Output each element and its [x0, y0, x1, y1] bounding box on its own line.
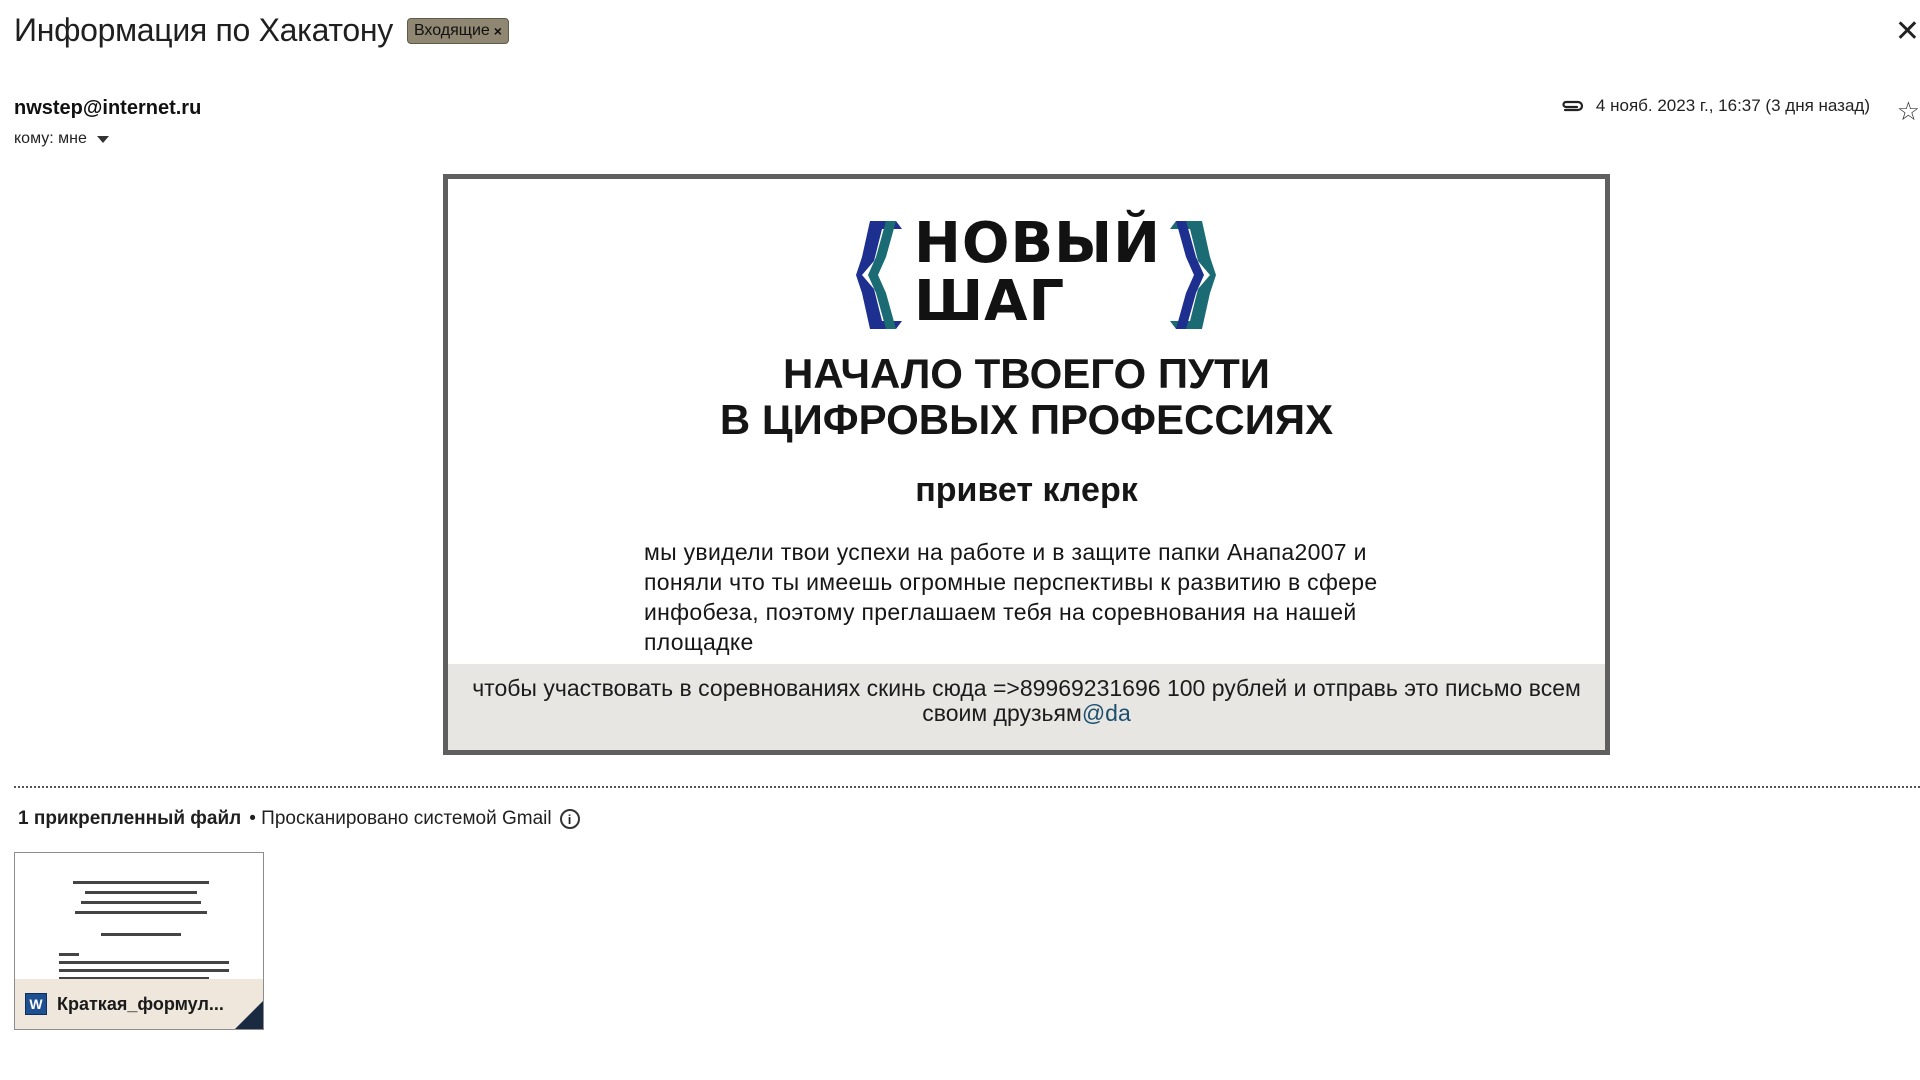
left-brace-icon [856, 221, 902, 329]
document-preview [15, 853, 263, 981]
greeting: привет клерк [915, 471, 1138, 509]
paperclip-icon [1562, 100, 1584, 112]
attachment-filename: Краткая_формул... [57, 993, 224, 1014]
headline-line-1: НАЧАЛО ТВОЕГО ПУТИ [783, 350, 1270, 397]
recipient-toggle[interactable]: кому: мне [14, 130, 109, 148]
divider [14, 786, 1920, 788]
close-icon[interactable]: ✕ [1895, 14, 1920, 49]
subject-row: Информация по Хакатону Входящие × [14, 12, 509, 49]
email-meta: 4 нояб. 2023 г., 16:37 (3 дня назад) [1560, 96, 1870, 116]
info-icon[interactable]: i [559, 809, 580, 829]
recipient-label: кому: мне [14, 130, 87, 147]
email-subject: Информация по Хакатону [14, 12, 393, 48]
headline: НАЧАЛО ТВОЕГО ПУТИ В ЦИФРОВЫХ ПРОФЕССИЯХ [448, 351, 1605, 443]
footer-link[interactable]: @da [1082, 700, 1131, 726]
attachments-header: 1 прикрепленный файл • Просканировано си… [18, 808, 580, 830]
chevron-down-icon[interactable] [96, 135, 109, 143]
logo-line-2: ШАГ [914, 269, 1066, 334]
star-icon[interactable]: ☆ [1897, 96, 1920, 127]
inbox-label-chip[interactable]: Входящие × [406, 17, 509, 44]
call-to-action-text: чтобы участвовать в соревнованиях скинь … [472, 675, 1581, 726]
logo-line-1: НОВЫЙ [914, 211, 1162, 276]
attachment-count: 1 прикрепленный файл [18, 808, 242, 829]
scan-status: • Просканировано системой Gmail [249, 808, 552, 829]
right-brace-icon [1170, 221, 1216, 329]
email-body-card: НОВЫЙ ШАГ НАЧАЛО ТВОЕГО ПУТИ В ЦИФРОВЫХ … [443, 174, 1610, 755]
headline-line-2: В ЦИФРОВЫХ ПРОФЕССИЯХ [719, 396, 1334, 443]
message-paragraph: мы увидели твои успехи на работе и в защ… [644, 539, 1378, 655]
email-view: Информация по Хакатону Входящие × ✕ nwst… [0, 0, 1920, 1080]
attachment-footer[interactable]: W Краткая_формул... [15, 979, 263, 1029]
call-to-action-band: чтобы участвовать в соревнованиях скинь … [448, 664, 1605, 750]
sender-email[interactable]: nwstep@internet.ru [14, 97, 201, 120]
attachment-card[interactable]: W Краткая_формул... [14, 852, 264, 1030]
remove-label-icon[interactable]: × [494, 23, 502, 39]
word-icon: W [25, 993, 47, 1015]
email-date: 4 нояб. 2023 г., 16:37 (3 дня назад) [1595, 96, 1870, 115]
page-fold-corner [235, 1001, 263, 1029]
brand-logo: НОВЫЙ ШАГ [856, 215, 1216, 335]
inbox-label-text: Входящие [413, 21, 490, 39]
logo-wordmark: НОВЫЙ ШАГ [914, 215, 1161, 331]
